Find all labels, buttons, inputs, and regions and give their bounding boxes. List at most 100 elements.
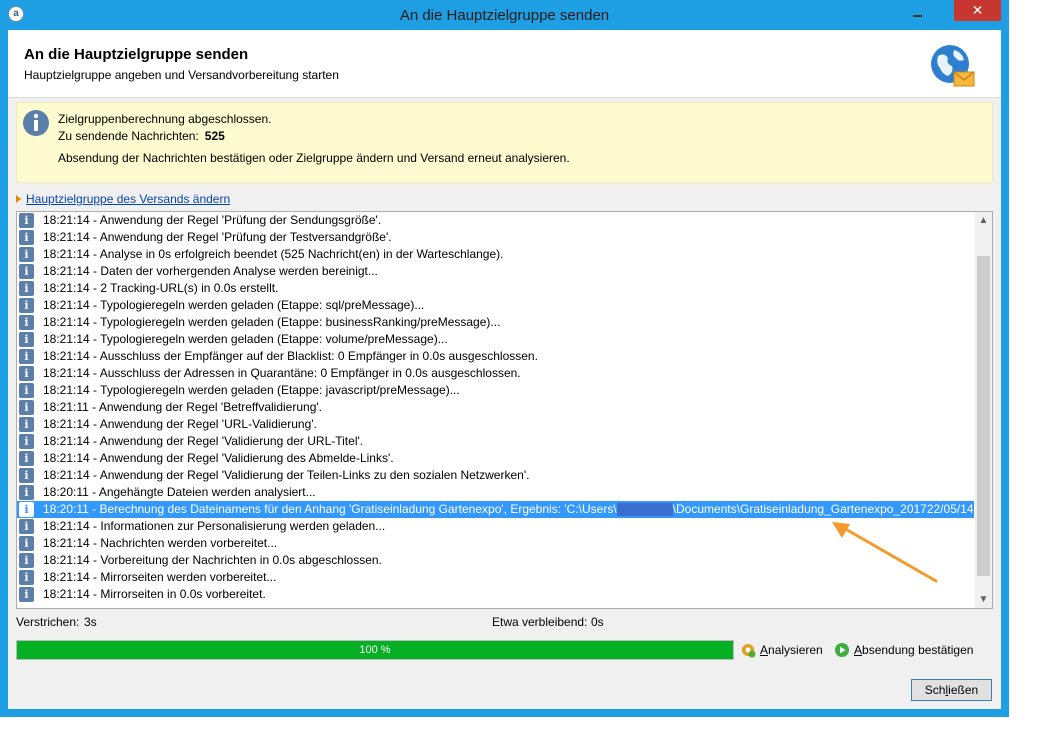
close-button[interactable]: Schließen xyxy=(911,679,992,701)
info-icon: i xyxy=(19,536,34,551)
log-row-text: 18:21:14 - Typologieregeln werden gelade… xyxy=(43,332,448,346)
info-icon: i xyxy=(19,519,34,534)
selected-row-prefix: 18:20:11 - Berechnung des Dateinamens fü… xyxy=(43,502,617,516)
elapsed-value: 3s xyxy=(84,615,97,629)
log-row[interactable]: i 18:21:14 - 2 Tracking-URL(s) in 0.0s er… xyxy=(17,280,974,297)
log-row[interactable]: i 18:21:14 - Mirrorseiten werden vorberei… xyxy=(17,569,974,586)
log-row[interactable]: i 18:21:14 - Typologieregeln werden gelad… xyxy=(17,382,974,399)
log-row-text: 18:21:14 - Anwendung der Regel 'Validier… xyxy=(43,451,394,465)
change-target-link-row: Hauptzielgruppe des Versands ändern xyxy=(16,192,230,206)
log-row-partial xyxy=(17,603,974,608)
log-row[interactable]: i 18:21:11 - Anwendung der Regel 'Betreff… xyxy=(17,399,974,416)
log-row[interactable]: i 18:21:14 - Anwendung der Regel 'Prüfung… xyxy=(17,212,974,229)
log-row-text: 18:21:14 - Anwendung der Regel 'Prüfung … xyxy=(43,213,382,227)
info-instruction-text: Absendung der Nachrichten bestätigen ode… xyxy=(58,151,570,165)
dialog-body: An die Hauptzielgruppe senden Hauptzielg… xyxy=(8,30,1001,709)
header-subtitle: Hauptzielgruppe angeben und Versandvorbe… xyxy=(24,68,339,82)
elapsed-label: Verstrichen: xyxy=(16,615,80,629)
log-row-text: 18:21:14 - Mirrorseiten in 0.0s vorberei… xyxy=(43,587,266,601)
confirm-sending-button[interactable]: Absendung bestätigen xyxy=(834,642,984,660)
info-panel: Zielgruppenberechnung abgeschlossen. Zu … xyxy=(16,102,993,183)
log-row[interactable]: i 18:21:14 - Ausschluss der Adressen in Q… xyxy=(17,365,974,382)
progress-bar: 100 % xyxy=(16,640,734,660)
info-messages-line: Zu sendende Nachrichten: 525 xyxy=(58,129,225,143)
info-icon: i xyxy=(19,298,34,313)
info-icon: i xyxy=(19,485,34,500)
change-target-link[interactable]: Hauptzielgruppe des Versands ändern xyxy=(26,192,230,206)
log-row[interactable]: i 18:21:14 - Analyse in 0s erfolgreich be… xyxy=(17,246,974,263)
log-scrollbar[interactable]: ▲ ▼ xyxy=(975,212,992,608)
title-bar[interactable]: a An die Hauptzielgruppe senden ✕ xyxy=(0,0,1009,30)
info-icon xyxy=(23,110,49,136)
log-row[interactable]: i 18:21:14 - Daten der vorhergenden Analy… xyxy=(17,263,974,280)
info-icon: i xyxy=(19,400,34,415)
info-icon: i xyxy=(19,332,34,347)
info-icon: i xyxy=(19,264,34,279)
minimize-button[interactable] xyxy=(904,4,930,22)
log-row[interactable]: i 18:21:14 - Nachrichten werden vorbereit… xyxy=(17,535,974,552)
log-row[interactable]: i 18:21:14 - Typologieregeln werden gelad… xyxy=(17,314,974,331)
log-row[interactable]: i 18:21:14 - Vorbereitung der Nachrichten… xyxy=(17,552,974,569)
selected-row-suffix: \Documents\Gratiseinladung_Gartenexpo_20… xyxy=(672,502,993,516)
scroll-up-icon[interactable]: ▲ xyxy=(975,212,992,229)
log-row[interactable]: i 18:20:11 - Angehängte Dateien werden an… xyxy=(17,484,974,501)
info-icon: i xyxy=(19,247,34,262)
window-close-button[interactable]: ✕ xyxy=(954,0,1001,21)
info-icon: i xyxy=(19,451,34,466)
confirm-sending-label: Absendung bestätigen xyxy=(854,643,974,657)
log-row[interactable]: i 18:21:14 - Anwendung der Regel 'URL-Val… xyxy=(17,416,974,433)
window-title: An die Hauptzielgruppe senden xyxy=(399,7,610,24)
remaining-value: 0s xyxy=(591,615,604,629)
messages-label: Zu sendende Nachrichten: xyxy=(58,129,199,143)
log-row-text: 18:20:11 - Angehängte Dateien werden ana… xyxy=(43,485,316,499)
info-icon: i xyxy=(19,349,34,364)
info-icon: i xyxy=(19,383,34,398)
log-row-text: 18:21:14 - 2 Tracking-URL(s) in 0.0s ers… xyxy=(43,281,279,295)
info-icon: i xyxy=(19,587,34,602)
log-row-text: 18:21:14 - Ausschluss der Adressen in Qu… xyxy=(43,366,521,380)
globe-mail-icon xyxy=(931,45,975,87)
gear-icon xyxy=(742,644,756,658)
log-row-text: 18:21:14 - Informationen zur Personalisi… xyxy=(43,519,386,533)
info-icon: i xyxy=(19,230,34,245)
info-icon: i xyxy=(19,553,34,568)
analyze-label: Analysieren xyxy=(760,643,823,657)
log-row-text: 18:21:14 - Anwendung der Regel 'Validier… xyxy=(43,434,364,448)
log-row-selected[interactable]: i 18:20:11 - Berechnung des Dateinamens f… xyxy=(17,501,992,518)
log-row[interactable]: i 18:21:14 - Anwendung der Regel 'Validie… xyxy=(17,433,974,450)
info-icon: i xyxy=(19,281,34,296)
log-row[interactable]: i 18:21:14 - Anwendung der Regel 'Validie… xyxy=(17,450,974,467)
log-row[interactable]: i 18:21:14 - Mirrorseiten in 0.0s vorbere… xyxy=(17,586,974,603)
info-icon: i xyxy=(19,213,34,228)
info-icon: i xyxy=(19,502,34,517)
info-icon: i xyxy=(19,468,34,483)
scroll-down-icon[interactable]: ▼ xyxy=(975,591,992,608)
log-row-text: 18:21:14 - Anwendung der Regel 'URL-Vali… xyxy=(43,417,317,431)
log-list[interactable]: i 18:21:14 - Anwendung der Regel 'Prüfung… xyxy=(16,211,993,609)
play-icon xyxy=(835,643,849,657)
log-row-text: 18:21:14 - Ausschluss der Empfänger auf … xyxy=(43,349,538,363)
dialog-window: a An die Hauptzielgruppe senden ✕ An die… xyxy=(0,0,1009,717)
scroll-thumb[interactable] xyxy=(977,256,990,576)
redacted-username xyxy=(616,503,673,517)
log-row[interactable]: i 18:21:14 - Anwendung der Regel 'Validie… xyxy=(17,467,974,484)
log-row-text: 18:21:14 - Daten der vorhergenden Analys… xyxy=(43,264,378,278)
log-row[interactable]: i 18:21:14 - Informationen zur Personalis… xyxy=(17,518,974,535)
info-icon: i xyxy=(19,366,34,381)
remaining-label: Etwa verbleibend: xyxy=(492,615,588,629)
log-row[interactable]: i 18:21:14 - Anwendung der Regel 'Prüfung… xyxy=(17,229,974,246)
log-row[interactable]: i 18:21:14 - Typologieregeln werden gelad… xyxy=(17,331,974,348)
log-rows: i 18:21:14 - Anwendung der Regel 'Prüfung… xyxy=(17,212,992,608)
log-row-text: 18:21:14 - Typologieregeln werden gelade… xyxy=(43,383,460,397)
log-row-text: 18:21:14 - Typologieregeln werden gelade… xyxy=(43,298,425,312)
log-row-text: 18:21:11 - Anwendung der Regel 'Betreffv… xyxy=(43,400,322,414)
log-row-text: 18:21:14 - Anwendung der Regel 'Prüfung … xyxy=(43,230,392,244)
log-row[interactable]: i 18:21:14 - Typologieregeln werden gelad… xyxy=(17,297,974,314)
log-row-text: 18:21:14 - Typologieregeln werden gelade… xyxy=(43,315,501,329)
log-row-text: 18:21:14 - Mirrorseiten werden vorbereit… xyxy=(43,570,277,584)
info-icon: i xyxy=(19,570,34,585)
info-icon: i xyxy=(19,434,34,449)
info-icon: i xyxy=(19,417,34,432)
log-row[interactable]: i 18:21:14 - Ausschluss der Empfänger auf… xyxy=(17,348,974,365)
analyze-button[interactable]: Analysieren xyxy=(740,642,830,660)
